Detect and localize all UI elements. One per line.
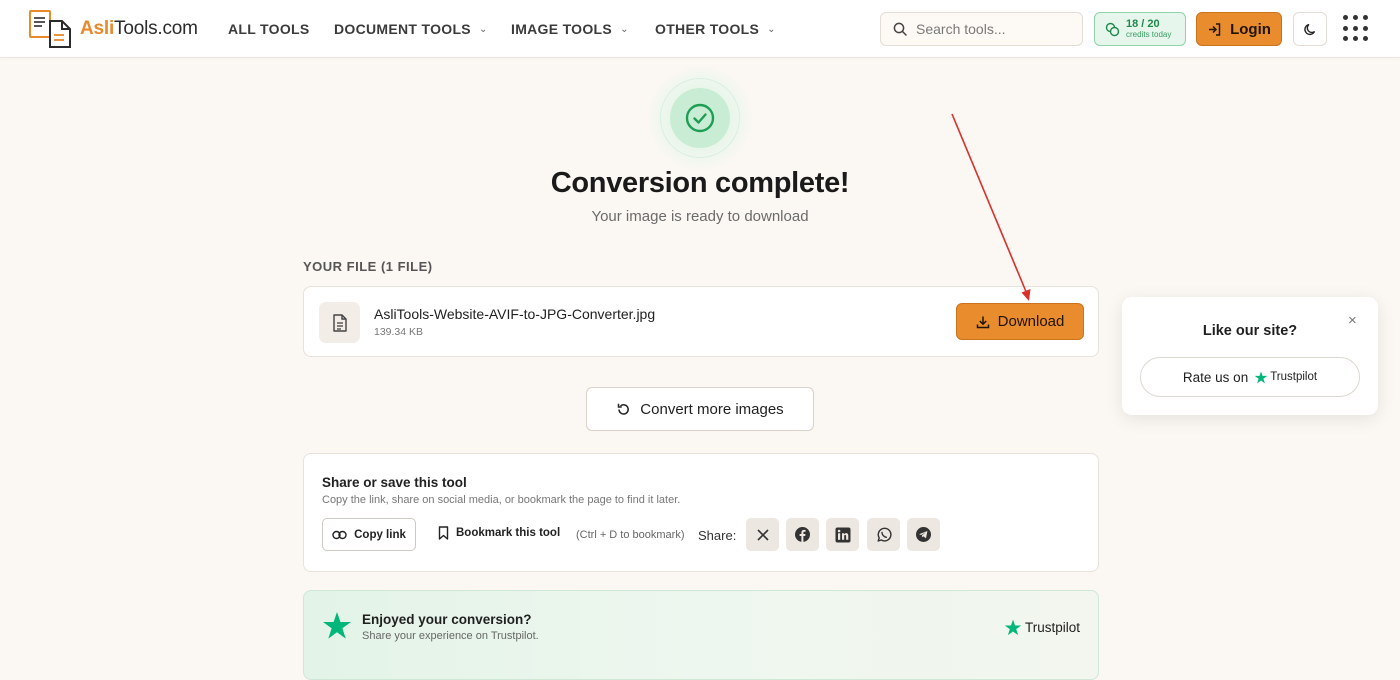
bookmark-hint: (Ctrl + D to bookmark) <box>576 529 685 541</box>
star-icon <box>323 612 351 639</box>
credits-badge[interactable]: 18 / 20 credits today <box>1094 12 1186 46</box>
credits-label: credits today <box>1126 29 1172 39</box>
x-icon <box>756 528 769 541</box>
nav-document-tools[interactable]: DOCUMENT TOOLS ⌄ <box>334 21 488 37</box>
share-linkedin-button[interactable] <box>826 518 859 551</box>
copy-link-button[interactable]: Copy link <box>322 518 416 551</box>
nav-label: OTHER TOOLS <box>655 21 760 37</box>
site-logo[interactable]: AsliTools.com <box>28 9 198 49</box>
whatsapp-icon <box>877 527 892 542</box>
file-size: 139.34 KB <box>374 326 424 338</box>
top-navbar: AsliTools.com ALL TOOLS DOCUMENT TOOLS ⌄… <box>0 0 1400 58</box>
file-icon <box>319 302 360 343</box>
rating-popup: × Like our site? Rate us on Trustpilot <box>1122 297 1378 415</box>
apps-grid-icon[interactable] <box>1343 15 1371 43</box>
trustpilot-review-card[interactable]: Enjoyed your conversion? Share your expe… <box>303 590 1099 680</box>
share-title: Share or save this tool <box>322 475 467 490</box>
nav-other-tools[interactable]: OTHER TOOLS ⌄ <box>655 21 776 37</box>
login-icon <box>1209 22 1221 36</box>
search-icon <box>893 22 907 36</box>
share-description: Copy the link, share on social media, or… <box>322 494 681 506</box>
telegram-icon <box>916 527 931 542</box>
rate-us-label: Rate us on <box>1182 369 1249 385</box>
nav-image-tools[interactable]: IMAGE TOOLS ⌄ <box>511 21 629 37</box>
trustpilot-star-icon <box>1004 619 1022 636</box>
download-icon <box>976 316 989 328</box>
share-whatsapp-button[interactable] <box>867 518 900 551</box>
trustpilot-card-subtitle: Share your experience on Trustpilot. <box>362 630 539 642</box>
nav-all-tools[interactable]: ALL TOOLS <box>228 21 310 37</box>
file-card: AsliTools-Website-AVIF-to-JPG-Converter.… <box>303 286 1099 357</box>
moon-icon <box>1303 23 1315 35</box>
share-facebook-button[interactable] <box>786 518 819 551</box>
page-title: Conversion complete! <box>550 167 850 199</box>
share-label: Share: <box>698 528 737 543</box>
share-x-button[interactable] <box>746 518 779 551</box>
refresh-icon <box>618 403 630 415</box>
trustpilot-card-title: Enjoyed your conversion? <box>362 612 532 627</box>
convert-more-button[interactable]: Convert more images <box>586 387 814 431</box>
share-telegram-button[interactable] <box>907 518 940 551</box>
share-card: Share or save this tool Copy the link, s… <box>303 453 1099 572</box>
coins-icon <box>1105 22 1120 36</box>
search-box[interactable] <box>880 12 1083 46</box>
chevron-down-icon: ⌄ <box>478 23 488 35</box>
download-button[interactable]: Download <box>956 303 1084 340</box>
download-label: Download <box>997 313 1065 330</box>
trustpilot-logo: Trustpilot <box>1004 619 1080 636</box>
file-name: AsliTools-Website-AVIF-to-JPG-Converter.… <box>374 306 656 322</box>
credits-count: 18 / 20 <box>1126 18 1160 31</box>
login-button[interactable]: Login <box>1196 12 1282 46</box>
trustpilot-logo-text: Trustpilot <box>1025 620 1081 635</box>
logo-icon <box>28 9 74 49</box>
search-input[interactable] <box>916 21 1076 37</box>
nav-label: ALL TOOLS <box>228 21 310 37</box>
trustpilot-brand-text: Trustpilot <box>1270 371 1318 383</box>
linkedin-icon <box>835 527 850 542</box>
popup-title: Like our site? <box>1202 323 1298 339</box>
success-check-icon <box>670 88 730 148</box>
trustpilot-brand: Trustpilot <box>1254 370 1318 384</box>
nav-label: IMAGE TOOLS <box>511 21 613 37</box>
theme-toggle-button[interactable] <box>1293 12 1327 46</box>
bookmark-icon <box>438 526 449 540</box>
rate-us-button[interactable]: Rate us on Trustpilot <box>1140 357 1360 397</box>
bookmark-label: Bookmark this tool <box>456 527 561 539</box>
nav-label: DOCUMENT TOOLS <box>334 21 471 37</box>
page-subtitle: Your image is ready to download <box>591 208 809 225</box>
chevron-down-icon: ⌄ <box>620 23 629 35</box>
bookmark-button[interactable]: Bookmark this tool <box>438 526 560 540</box>
logo-wordmark: AsliTools.com <box>80 18 198 39</box>
login-label: Login <box>1230 20 1271 38</box>
file-section-label: YOUR FILE (1 FILE) <box>303 259 433 274</box>
convert-more-label: Convert more images <box>640 400 784 418</box>
facebook-icon <box>795 527 810 542</box>
link-icon <box>332 530 347 539</box>
trustpilot-star-icon <box>1254 370 1268 383</box>
chevron-down-icon: ⌄ <box>767 23 776 35</box>
copy-link-label: Copy link <box>354 528 406 541</box>
